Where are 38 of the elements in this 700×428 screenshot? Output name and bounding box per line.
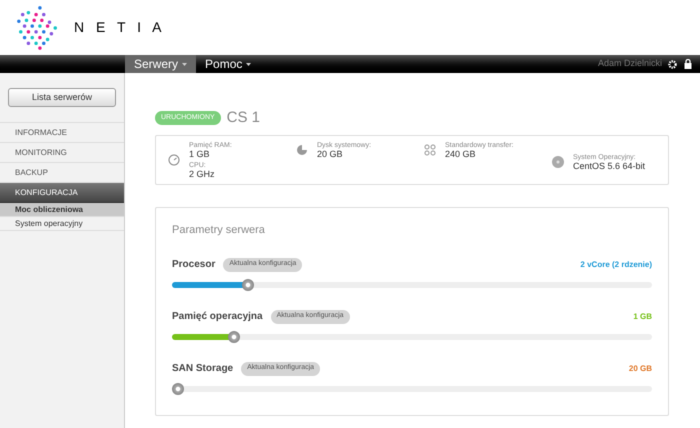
nav-tab[interactable]: Serwery (125, 55, 196, 73)
card-title: Parametry serwera (172, 223, 266, 238)
parameter-reading: 2 vCore (2 rdzenie) (580, 258, 652, 270)
network-icon (424, 144, 436, 156)
sidebar-item[interactable]: INFORMACJE (0, 123, 124, 143)
parameter-name: SAN Storage (172, 362, 234, 376)
slider-thumb[interactable] (242, 278, 254, 290)
caret-icon (246, 62, 252, 66)
stat-value: 2 GHz (189, 170, 216, 179)
server-name: CS 1 (226, 108, 260, 128)
clock-icon (168, 154, 180, 166)
slider[interactable] (172, 382, 652, 394)
sidebar-subitem[interactable]: System operacyjny (0, 217, 124, 231)
sidebar-item[interactable]: KONFIGURACJA (0, 183, 124, 203)
slider[interactable] (172, 330, 652, 342)
parameter-reading: 20 GB (628, 362, 652, 374)
server-list-button[interactable]: Lista serwerów (8, 88, 116, 108)
disc-icon (552, 156, 564, 168)
brand-name: N E T I A (74, 18, 166, 37)
caret-icon (182, 62, 188, 66)
stat-value: 1 GB (189, 150, 211, 159)
stat-value: 240 GB (445, 150, 477, 159)
sidebar-subitem[interactable]: Moc obliczeniowa (0, 203, 124, 217)
parameter-reading: 1 GB (633, 310, 652, 322)
lock-icon[interactable] (684, 59, 692, 69)
parameter-name: Pamięć operacyjna (172, 310, 263, 324)
slider-thumb[interactable] (228, 330, 240, 342)
slider-thumb[interactable] (172, 382, 184, 394)
stat-value: 20 GB (317, 150, 344, 159)
nav-tab[interactable]: Pomoc (196, 55, 260, 73)
parameter-name: Procesor (172, 258, 216, 272)
stat-value: CentOS 5.6 64-bit (573, 162, 646, 171)
pie-icon (296, 144, 308, 156)
user-name[interactable]: Adam Dzielnicki (598, 57, 662, 71)
logo-icon (16, 4, 60, 50)
slider[interactable] (172, 278, 652, 290)
settings-icon[interactable] (668, 60, 677, 68)
sidebar-item[interactable]: MONITORING (0, 143, 124, 163)
